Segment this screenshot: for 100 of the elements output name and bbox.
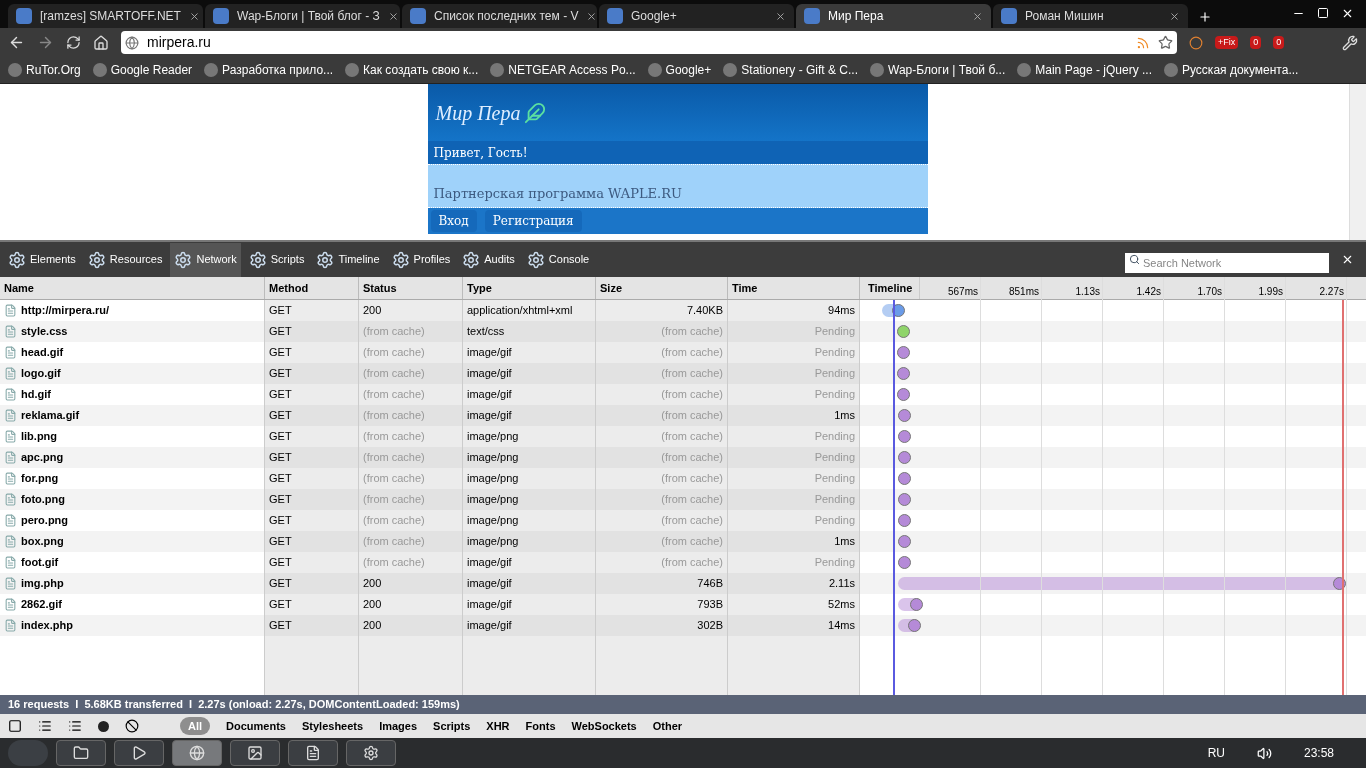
home-icon[interactable] <box>93 34 109 51</box>
table-cell[interactable]: foot.gif <box>21 554 59 571</box>
extension-badge[interactable]: +Fix <box>1215 35 1239 50</box>
app-icon <box>363 745 379 761</box>
bookmark[interactable]: Google+ <box>647 61 712 79</box>
filter-button[interactable]: WebSockets <box>571 717 637 735</box>
tab-title: Роман Мишин <box>1025 8 1105 25</box>
devtools-tab[interactable]: Network <box>170 242 241 277</box>
column-header[interactable]: Timeline <box>860 277 920 299</box>
column-header[interactable]: Status <box>359 277 463 299</box>
column-header[interactable]: Method <box>265 277 359 299</box>
forward-icon[interactable] <box>37 34 54 51</box>
devtools-tab[interactable]: Profiles <box>387 242 455 277</box>
filter-button[interactable]: Documents <box>226 717 286 735</box>
nav-link[interactable]: Вход <box>430 210 477 232</box>
scrollbar[interactable] <box>1349 84 1366 240</box>
filter-button[interactable]: Images <box>379 717 418 735</box>
column-header[interactable]: Size <box>596 277 728 299</box>
table-cell[interactable]: for.png <box>21 470 59 487</box>
new-tab-icon[interactable] <box>1198 10 1212 24</box>
devtools-tab[interactable]: Audits <box>458 242 519 277</box>
table-cell[interactable]: lib.png <box>21 428 58 445</box>
clock[interactable]: 23:58 <box>1303 744 1334 762</box>
bookmark[interactable]: NETGEAR Access Po... <box>490 61 636 79</box>
taskbar-button[interactable] <box>230 740 280 766</box>
browser-tab[interactable]: Мир Пера <box>796 4 991 28</box>
filter-button[interactable]: Scripts <box>433 717 471 735</box>
browser-tab[interactable]: Список последних тем - V <box>402 4 597 28</box>
table-cell[interactable]: box.png <box>21 533 64 550</box>
extension-badge[interactable]: 0 <box>1250 35 1262 50</box>
taskbar-button[interactable] <box>172 740 222 766</box>
browser-tab[interactable]: Google+ <box>599 4 794 28</box>
devtools-tab[interactable]: Resources <box>83 242 167 277</box>
filter-button[interactable]: Fonts <box>525 717 556 735</box>
close-window-icon[interactable] <box>1341 7 1354 20</box>
filter-button[interactable]: Other <box>652 717 683 735</box>
bookmark[interactable]: Русская документа... <box>1164 61 1299 79</box>
devtools-tab[interactable]: Console <box>522 242 594 277</box>
language-indicator[interactable]: RU <box>1207 744 1225 762</box>
bookmark[interactable]: Wap-Блоги | Твой б... <box>870 61 1006 79</box>
close-icon[interactable] <box>1169 10 1180 22</box>
table-cell: Pending <box>728 342 860 363</box>
bookmark[interactable]: Как создать свою к... <box>345 61 479 79</box>
browser-tab[interactable]: [ramzes] SMARTOFF.NET <box>8 4 203 28</box>
back-icon[interactable] <box>8 34 25 51</box>
dock-icon[interactable] <box>8 719 22 733</box>
table-cell[interactable]: pero.png <box>21 512 69 529</box>
table-cell: 14ms <box>728 615 860 636</box>
nav-link[interactable]: Регистрация <box>484 210 582 232</box>
table-cell[interactable]: 2862.gif <box>21 596 62 613</box>
volume-icon[interactable] <box>1256 745 1272 761</box>
filter-button[interactable]: Stylesheets <box>301 717 364 735</box>
devtools-tab[interactable]: Scripts <box>244 242 309 277</box>
console-icon[interactable] <box>38 719 52 733</box>
bookmark[interactable]: Main Page - jQuery ... <box>1017 61 1152 79</box>
close-icon[interactable] <box>775 10 786 22</box>
close-icon[interactable] <box>586 10 598 22</box>
table-cell[interactable]: index.php <box>21 617 73 634</box>
close-icon[interactable] <box>188 10 200 22</box>
bookmark[interactable]: Разработка прило... <box>204 61 334 79</box>
browser-tab[interactable]: Роман Мишин <box>993 4 1188 28</box>
taskbar-button[interactable] <box>346 740 396 766</box>
wrench-icon[interactable] <box>1342 34 1358 51</box>
record-icon[interactable] <box>98 720 109 732</box>
close-icon[interactable] <box>387 10 399 22</box>
list-icon[interactable] <box>68 719 82 733</box>
close-icon[interactable] <box>1341 253 1354 266</box>
table-cell[interactable]: style.css <box>21 323 68 340</box>
table-cell[interactable]: logo.gif <box>21 365 61 382</box>
bookmark[interactable]: Stationery - Gift & C... <box>723 61 858 79</box>
taskbar-button[interactable] <box>56 740 106 766</box>
bookmark[interactable]: Google Reader <box>92 61 193 79</box>
devtools-tab[interactable]: Timeline <box>312 242 384 277</box>
column-header[interactable]: Type <box>463 277 596 299</box>
bookmark[interactable]: RuTor.Org <box>8 61 81 79</box>
close-icon[interactable] <box>972 10 983 22</box>
table-cell: (from cache) <box>359 405 463 426</box>
column-header[interactable]: Name <box>0 277 265 299</box>
table-cell[interactable]: apc.png <box>21 449 64 466</box>
browser-tab[interactable]: Wap-Блоги | Твой блог - З <box>205 4 400 28</box>
reload-icon[interactable] <box>66 35 81 50</box>
star-icon[interactable] <box>1158 35 1173 50</box>
table-cell[interactable]: http://mirpera.ru/ <box>21 302 109 319</box>
table-cell[interactable]: foto.png <box>21 491 65 508</box>
table-cell: Pending <box>728 510 860 531</box>
taskbar-button[interactable] <box>288 740 338 766</box>
filter-button[interactable]: XHR <box>486 717 510 735</box>
search-field[interactable]: Search Network <box>1125 252 1329 273</box>
devtools-tab[interactable]: Elements <box>4 242 80 277</box>
extension-icon[interactable] <box>1189 35 1203 50</box>
table-cell[interactable]: head.gif <box>21 344 64 361</box>
clear-icon[interactable] <box>125 719 139 733</box>
table-cell[interactable]: reklama.gif <box>21 407 80 424</box>
table-cell[interactable]: hd.gif <box>21 386 51 403</box>
table-cell: image/png <box>463 510 596 531</box>
address-bar[interactable]: mirpera.ru <box>121 31 1177 54</box>
maximize-icon[interactable] <box>1317 7 1329 19</box>
extension-badge[interactable]: 0 <box>1273 35 1285 50</box>
table-cell[interactable]: img.php <box>21 575 64 592</box>
taskbar-button[interactable] <box>114 740 164 766</box>
